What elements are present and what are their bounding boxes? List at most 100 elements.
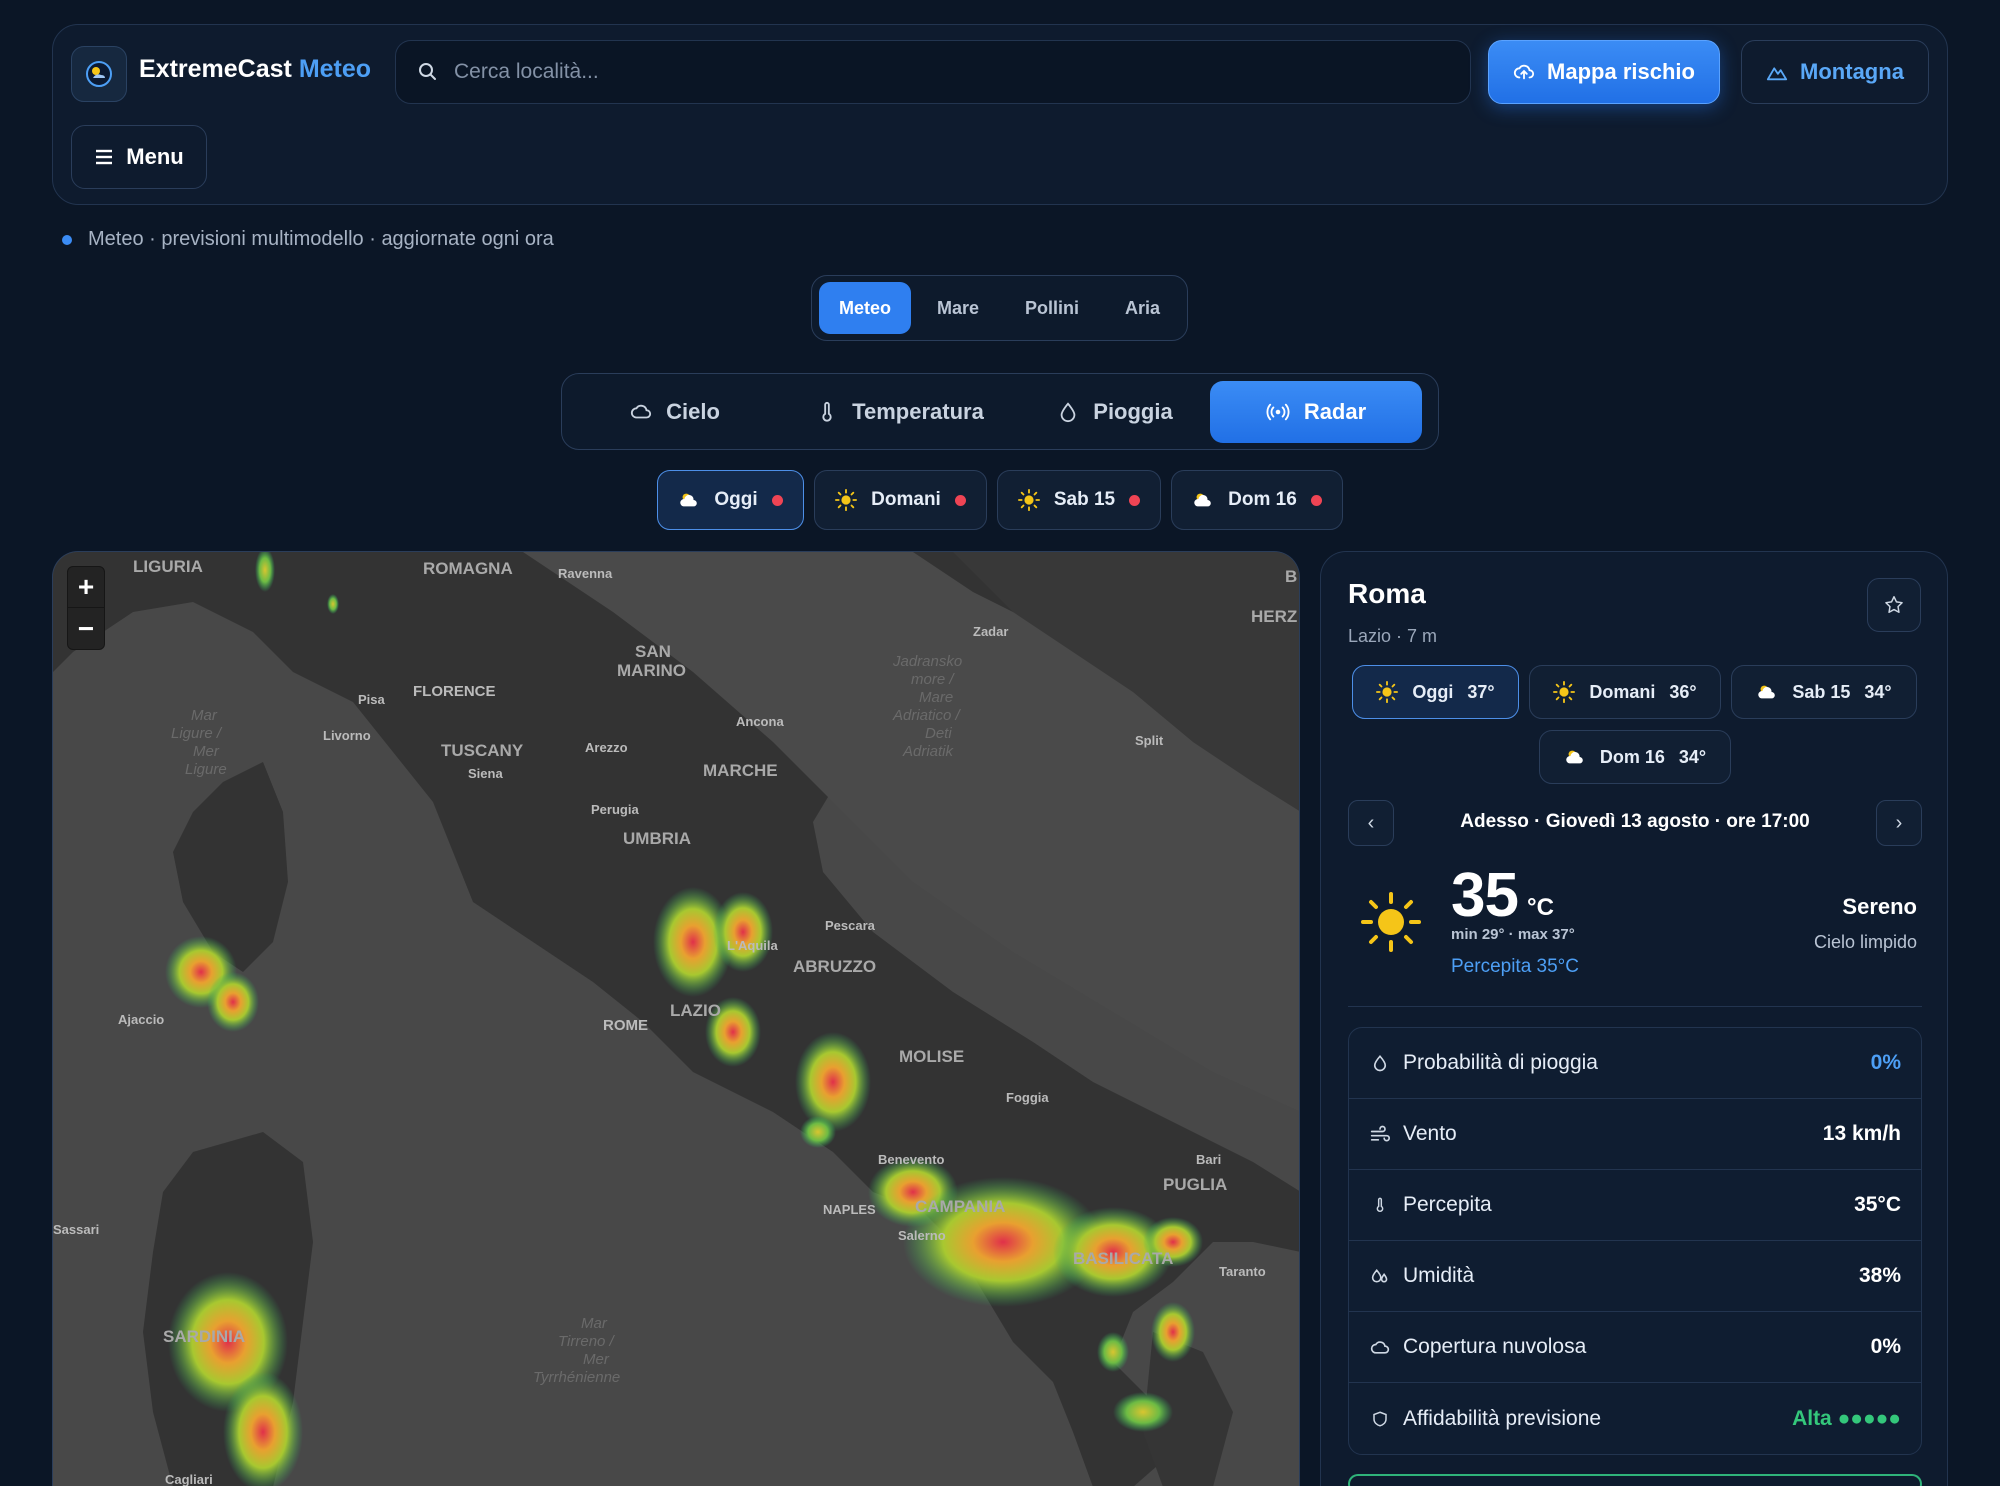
mountain-button[interactable]: Montagna	[1741, 40, 1929, 104]
cloud-sun-icon	[680, 493, 698, 507]
map-label: Livorno	[323, 728, 371, 743]
menu-button[interactable]: Menu	[71, 125, 207, 189]
logo-icon	[86, 61, 112, 87]
hamburger-icon	[96, 149, 113, 165]
condition-title: Sereno	[1842, 894, 1917, 919]
map-label: Salerno	[898, 1228, 946, 1243]
stat-reliability: Affidabilità previsione Alta ●●●●●	[1349, 1383, 1921, 1454]
map-label: Mer	[193, 743, 220, 760]
star-icon	[1885, 596, 1903, 613]
condition-subtitle: Cielo limpido	[1813, 932, 1917, 952]
day-tab-dom-label: Dom 16	[1228, 489, 1297, 510]
map-label: more /	[911, 671, 955, 688]
tab-pioggia[interactable]: Pioggia	[1020, 381, 1210, 443]
current-time-label: Adesso · Giovedì 13 agosto · ore 17:00	[1460, 811, 1810, 832]
app-brand: ExtremeCast Meteo	[139, 55, 371, 84]
day-tab-sab[interactable]: Sab 15	[997, 470, 1161, 530]
favorite-button[interactable]	[1867, 578, 1921, 632]
zoom-in-button[interactable]: +	[68, 567, 104, 608]
tab-radar-label: Radar	[1303, 398, 1367, 424]
panel-day-sab[interactable]: Sab 15 34°	[1731, 665, 1917, 719]
map-label: Taranto	[1219, 1264, 1266, 1279]
map-label: Mare	[919, 689, 953, 706]
stat-label: Affidabilità previsione	[1403, 1406, 1602, 1430]
stat-label: Umidità	[1403, 1264, 1475, 1287]
divider	[1348, 1006, 1922, 1007]
map-label: Mer	[583, 1351, 610, 1368]
panel-day-oggi[interactable]: Oggi 37°	[1352, 665, 1519, 719]
day-tab-oggi[interactable]: Oggi	[657, 470, 804, 530]
map-label: Adriatik	[902, 743, 955, 760]
wind-icon	[1370, 1125, 1390, 1142]
stat-value: 38%	[1858, 1264, 1901, 1287]
tab-pioggia-label: Pioggia	[1093, 398, 1173, 424]
map-label: Ajaccio	[118, 1012, 164, 1027]
panel-day-dom[interactable]: Dom 16 34°	[1539, 730, 1731, 784]
app-logo[interactable]	[71, 46, 127, 102]
next-hour-button[interactable]: ›	[1876, 800, 1922, 846]
risk-map-label: Mappa rischio	[1547, 59, 1695, 84]
tab-cielo[interactable]: Cielo	[570, 381, 780, 443]
risk-map-button[interactable]: Mappa rischio	[1488, 40, 1720, 104]
zoom-controls: + −	[67, 566, 105, 650]
stat-cloud-cover: Copertura nuvolosa 0%	[1349, 1312, 1921, 1383]
panel-day-temp: 37°	[1467, 681, 1495, 702]
alert-dot	[771, 494, 783, 506]
map-label: TUSCANY	[441, 741, 524, 760]
tab-meteo[interactable]: Meteo	[819, 282, 912, 334]
map-canvas[interactable]: LIGURIA ROMAGNA Ravenna SAN MARINO Zadar…	[53, 552, 1300, 1486]
mode-tabs: Meteo Mare Pollini Aria	[811, 275, 1188, 341]
map-label: Ligure	[185, 761, 227, 778]
panel-day-label: Sab 15	[1792, 681, 1851, 702]
panel-day-label: Domani	[1589, 681, 1656, 702]
stat-value: 0%	[1870, 1335, 1901, 1358]
temperature-unit: °C	[1527, 894, 1554, 921]
stat-value: Alta ●●●●●	[1792, 1406, 1901, 1430]
tab-mare[interactable]: Mare	[917, 282, 999, 334]
map-label: L'Aquila	[727, 938, 779, 953]
map-label: NAPLES	[823, 1202, 876, 1217]
map-label: ROMAGNA	[423, 559, 513, 578]
map-label: Arezzo	[585, 740, 628, 755]
stat-label: Copertura nuvolosa	[1403, 1335, 1587, 1358]
brand-accent: Meteo	[298, 55, 372, 83]
sun-icon	[1553, 681, 1576, 703]
stat-value: 13 km/h	[1822, 1122, 1901, 1145]
city-region: Lazio · 7 m	[1348, 626, 1438, 646]
min-max-temp: min 29° · max 37°	[1451, 926, 1575, 943]
map-label: Pisa	[358, 692, 386, 707]
day-tab-oggi-label: Oggi	[714, 489, 758, 510]
panel-day-temp: 34°	[1864, 681, 1892, 702]
map-label: Tyrrhénienne	[533, 1369, 620, 1386]
day-tab-dom[interactable]: Dom 16	[1171, 470, 1343, 530]
stat-feels-like: Percepita 35°C	[1349, 1170, 1921, 1241]
search-bar[interactable]	[395, 40, 1471, 104]
tab-aria[interactable]: Aria	[1105, 282, 1180, 334]
mountain-icon	[1766, 67, 1788, 81]
current-temperature: 35	[1451, 861, 1519, 930]
sun-icon	[1376, 681, 1399, 703]
reliability-card-edge	[1348, 1474, 1922, 1486]
zoom-out-button[interactable]: −	[68, 608, 104, 649]
map-label: Cagliari	[165, 1472, 213, 1486]
tab-temperatura-label: Temperatura	[852, 398, 984, 424]
panel-day-label: Dom 16	[1599, 746, 1665, 767]
feels-like-text: Percepita 35°C	[1451, 956, 1579, 977]
map-label: Ancona	[736, 714, 784, 729]
tab-pollini[interactable]: Pollini	[1005, 282, 1099, 334]
panel-day-domani[interactable]: Domani 36°	[1529, 665, 1721, 719]
tab-radar[interactable]: Radar	[1210, 380, 1422, 443]
tab-temperatura[interactable]: Temperatura	[780, 381, 1020, 443]
droplet-icon	[1373, 1054, 1387, 1072]
radar-map[interactable]: LIGURIA ROMAGNA Ravenna SAN MARINO Zadar…	[52, 551, 1300, 1486]
map-label: Adriatico /	[892, 707, 962, 724]
search-input[interactable]	[454, 60, 1354, 84]
day-tab-domani[interactable]: Domani	[814, 470, 987, 530]
stat-label: Percepita	[1403, 1193, 1492, 1216]
stat-label: Vento	[1403, 1122, 1457, 1145]
map-label: Siena	[468, 766, 503, 781]
stat-label: Probabilità di pioggia	[1403, 1051, 1598, 1074]
map-label: Zadar	[973, 624, 1008, 639]
stat-value: 35°C	[1854, 1193, 1901, 1216]
panel-day-temp: 36°	[1669, 681, 1697, 702]
